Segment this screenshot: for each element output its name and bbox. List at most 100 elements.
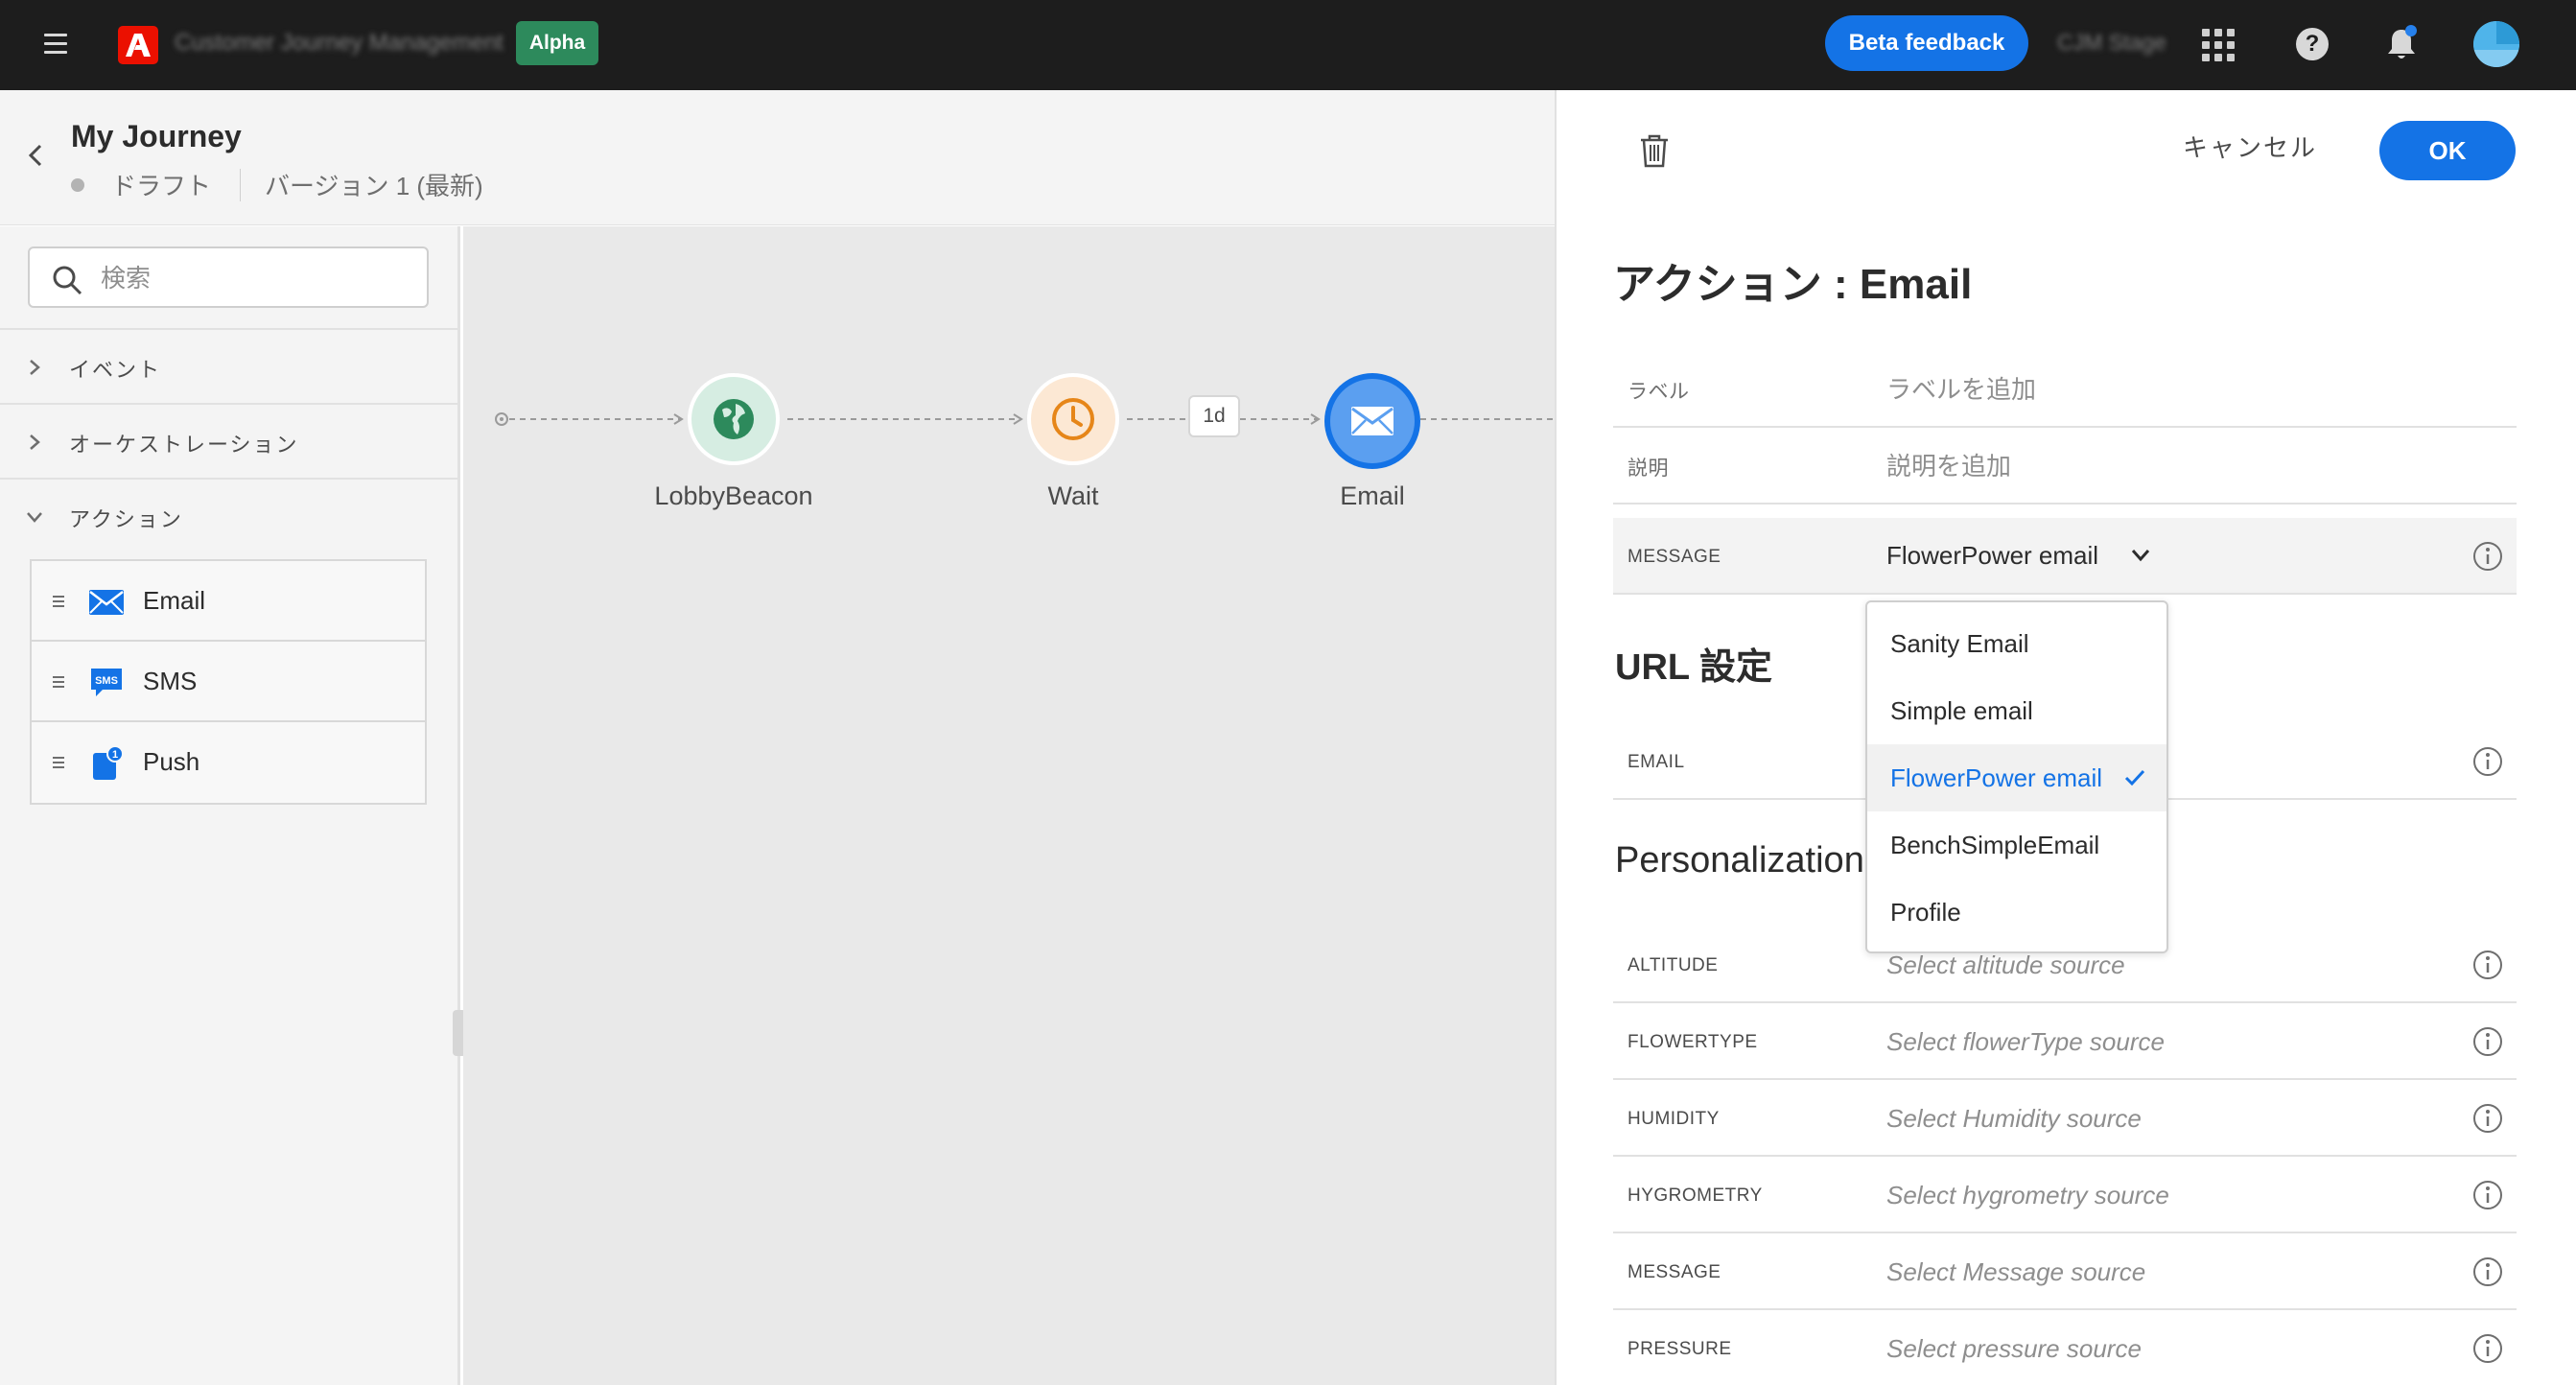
app-name: Customer Journey Management bbox=[175, 30, 503, 56]
drag-handle-icon[interactable] bbox=[53, 676, 64, 691]
action-item-email[interactable]: Email bbox=[32, 561, 425, 642]
info-icon[interactable] bbox=[2472, 541, 2503, 572]
email-icon bbox=[89, 590, 124, 615]
globe-icon[interactable] bbox=[686, 371, 782, 467]
cancel-button[interactable]: キャンセル bbox=[2183, 129, 2317, 164]
chevron-down-icon[interactable] bbox=[2130, 548, 2151, 563]
search-icon bbox=[53, 266, 82, 295]
info-icon[interactable] bbox=[2472, 1180, 2503, 1210]
info-icon[interactable] bbox=[2472, 1333, 2503, 1364]
menu-icon[interactable] bbox=[44, 34, 67, 57]
description-field-row: 説明 bbox=[1613, 428, 2517, 505]
field-label: ALTITUDE bbox=[1628, 955, 1719, 975]
personalization-row-message: MESSAGE bbox=[1613, 1233, 2517, 1310]
back-arrow-icon[interactable] bbox=[25, 142, 48, 169]
journey-header: My Journey ドラフト バージョン 1 (最新) bbox=[0, 90, 1555, 225]
drag-handle-icon[interactable] bbox=[53, 596, 64, 610]
node-label-lobbybeacon: LobbyBeacon bbox=[654, 481, 813, 510]
chevron-right-icon bbox=[30, 434, 40, 450]
personalization-row-pressure: PRESSURE bbox=[1613, 1310, 2517, 1385]
beta-feedback-button[interactable]: Beta feedback bbox=[1825, 15, 2028, 71]
journey-title: My Journey bbox=[71, 119, 242, 153]
message-field-row: MESSAGE FlowerPower email bbox=[1613, 518, 2517, 595]
clock-icon[interactable] bbox=[1025, 371, 1121, 467]
field-label: HUMIDITY bbox=[1628, 1109, 1720, 1129]
chevron-down-icon bbox=[27, 512, 42, 523]
info-icon[interactable] bbox=[2472, 1026, 2503, 1057]
field-label: ラベル bbox=[1628, 381, 1690, 403]
wait-duration-badge[interactable]: 1d bbox=[1188, 395, 1240, 437]
node-label-email: Email bbox=[1340, 481, 1405, 510]
category-events[interactable]: イベント bbox=[0, 328, 457, 403]
trash-icon[interactable] bbox=[1638, 132, 1671, 169]
node-label-wait: Wait bbox=[1047, 481, 1099, 510]
label-field-row: ラベル bbox=[1613, 351, 2517, 428]
dropdown-option[interactable]: Profile bbox=[1867, 879, 2166, 946]
search-input[interactable] bbox=[101, 262, 408, 294]
action-item-sms[interactable]: SMS SMS bbox=[32, 642, 425, 722]
field-label: MESSAGE bbox=[1628, 547, 1721, 567]
info-icon[interactable] bbox=[2472, 1256, 2503, 1287]
dropdown-option-selected[interactable]: FlowerPower email bbox=[1867, 744, 2166, 811]
action-label: Push bbox=[143, 747, 200, 776]
field-label: EMAIL bbox=[1628, 752, 1685, 772]
info-icon[interactable] bbox=[2472, 746, 2503, 777]
action-list: Email SMS SMS 1 Push bbox=[30, 559, 427, 805]
avatar[interactable] bbox=[2473, 21, 2519, 67]
drag-handle-icon[interactable] bbox=[53, 757, 64, 771]
personalization-row-hygrometry: HYGROMETRY bbox=[1613, 1157, 2517, 1233]
label-input[interactable] bbox=[1886, 370, 2424, 409]
category-label: アクション bbox=[69, 507, 183, 531]
top-bar: Customer Journey Management Alpha Beta f… bbox=[0, 0, 2576, 90]
panel-title: アクション : Email bbox=[1613, 261, 1973, 308]
dropdown-option[interactable]: Simple email bbox=[1867, 677, 2166, 744]
personalization-heading: Personalization D bbox=[1615, 840, 1901, 880]
sms-icon: SMS bbox=[91, 669, 122, 696]
push-icon: 1 bbox=[93, 745, 124, 780]
category-actions[interactable]: アクション bbox=[0, 478, 457, 552]
personalization-row-flowertype: FLOWERTYPE bbox=[1613, 1003, 2517, 1080]
org-switcher[interactable]: CJM Stage bbox=[2057, 30, 2166, 56]
bell-icon[interactable] bbox=[2384, 25, 2419, 63]
dropdown-option[interactable]: BenchSimpleEmail bbox=[1867, 811, 2166, 879]
adobe-logo[interactable] bbox=[118, 26, 158, 64]
message-dropdown-menu: Sanity Email Simple email FlowerPower em… bbox=[1865, 600, 2168, 953]
dropdown-option[interactable]: Sanity Email bbox=[1867, 610, 2166, 677]
ok-button[interactable]: OK bbox=[2379, 121, 2516, 180]
canvas-connectors bbox=[495, 412, 1555, 426]
chevron-right-icon bbox=[30, 360, 40, 375]
action-label: SMS bbox=[143, 667, 198, 695]
info-icon[interactable] bbox=[2472, 950, 2503, 980]
option-label: Sanity Email bbox=[1890, 629, 2029, 658]
search-box[interactable] bbox=[28, 246, 429, 308]
help-icon[interactable]: ? bbox=[2296, 28, 2329, 60]
field-label: HYGROMETRY bbox=[1628, 1185, 1763, 1206]
email-icon[interactable] bbox=[1323, 371, 1422, 471]
message-select[interactable]: FlowerPower email bbox=[1886, 541, 2098, 571]
svg-text:1: 1 bbox=[112, 749, 118, 761]
pressure-source-input[interactable] bbox=[1886, 1329, 2424, 1368]
category-orchestration[interactable]: オーケストレーション bbox=[0, 403, 457, 478]
option-label: Profile bbox=[1890, 898, 1961, 927]
info-icon[interactable] bbox=[2472, 1103, 2503, 1134]
hygrometry-source-input[interactable] bbox=[1886, 1176, 2424, 1214]
action-label: Email bbox=[143, 586, 206, 615]
flowertype-source-input[interactable] bbox=[1886, 1022, 2424, 1061]
field-label: PRESSURE bbox=[1628, 1339, 1732, 1359]
journey-canvas[interactable]: LobbyBeacon Wait Email 1d bbox=[463, 226, 1555, 1385]
option-label: FlowerPower email bbox=[1890, 763, 2103, 792]
humidity-source-input[interactable] bbox=[1886, 1099, 2424, 1138]
svg-text:SMS: SMS bbox=[95, 675, 118, 687]
url-settings-heading: URL 設定 bbox=[1615, 647, 1772, 688]
description-input[interactable] bbox=[1886, 447, 2424, 485]
action-item-push[interactable]: 1 Push bbox=[32, 722, 425, 803]
field-label: 説明 bbox=[1628, 458, 1669, 480]
journey-status: ドラフト bbox=[111, 172, 212, 200]
apps-grid-icon[interactable] bbox=[2202, 29, 2235, 61]
activity-palette: イベント オーケストレーション アクション Email SMS SMS 1 Pu… bbox=[0, 226, 466, 1385]
message-source-input[interactable] bbox=[1886, 1253, 2424, 1291]
status-dot bbox=[71, 178, 84, 192]
option-label: Simple email bbox=[1890, 696, 2033, 725]
category-label: オーケストレーション bbox=[69, 433, 299, 457]
personalization-row-humidity: HUMIDITY bbox=[1613, 1080, 2517, 1157]
